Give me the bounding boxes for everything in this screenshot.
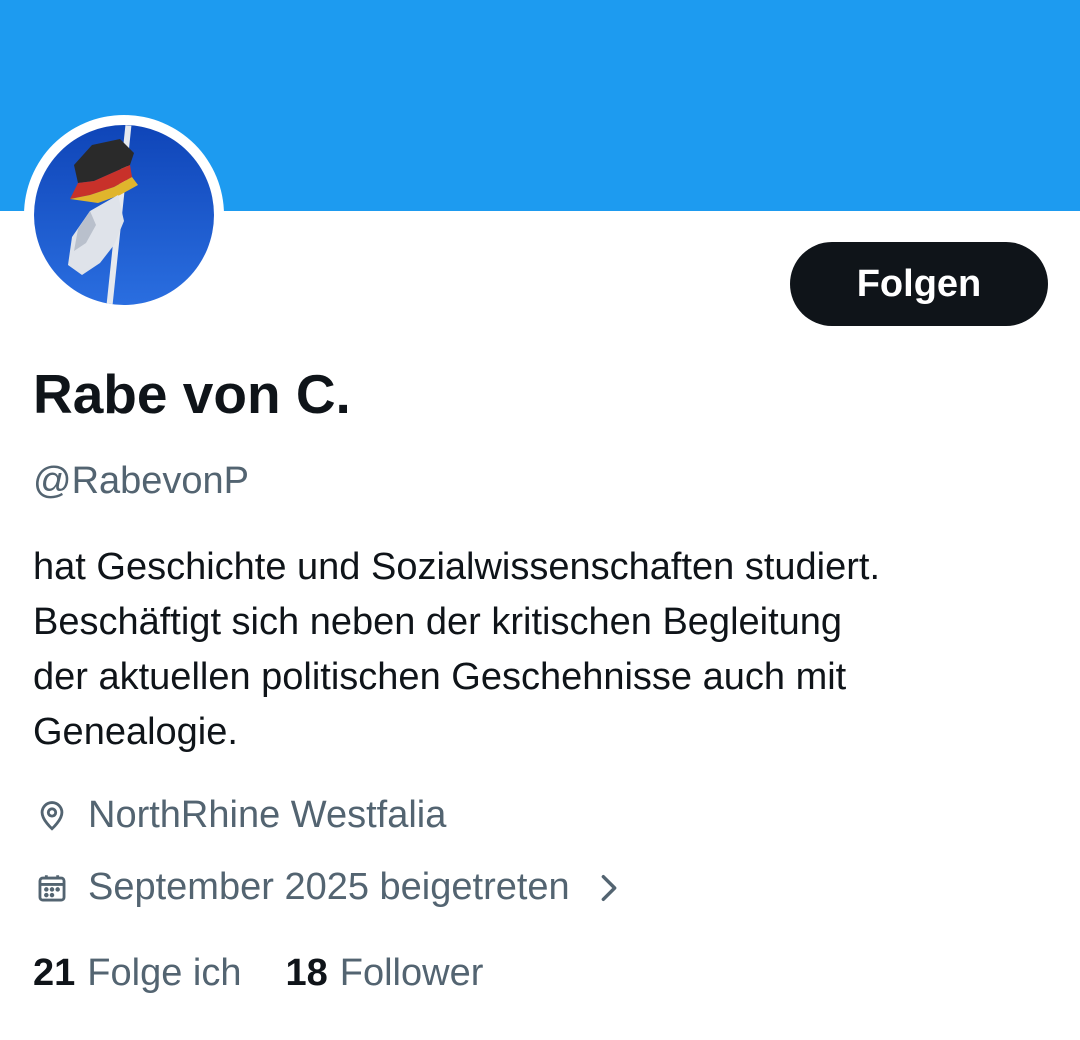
location-text: NorthRhine Westfalia: [88, 794, 447, 836]
profile-page: Folgen Rabe von C. @RabevonP hat Geschic…: [0, 0, 1080, 1040]
followers-label: Follower: [339, 952, 484, 994]
follow-stats: 21 Folge ich 18 Follower: [33, 952, 483, 995]
bio-line: hat Geschichte und Sozialwissenschaften …: [33, 546, 881, 588]
following-stat[interactable]: 21 Folge ich: [33, 952, 241, 995]
joined-row[interactable]: September 2025 beigetreten: [33, 866, 622, 909]
bio-line: Beschäftigt sich neben der kritischen Be…: [33, 601, 843, 643]
user-handle: @RabevonP: [33, 460, 250, 502]
following-label: Folge ich: [87, 952, 242, 994]
followers-count: 18: [285, 952, 328, 994]
location-pin-icon: [33, 797, 71, 835]
location-row: NorthRhine Westfalia: [33, 794, 446, 837]
bio-line: Genealogie.: [33, 711, 238, 753]
avatar[interactable]: [24, 115, 224, 315]
bio-line: der aktuellen politischen Geschehnisse a…: [33, 656, 847, 698]
joined-text: September 2025 beigetreten: [88, 866, 570, 908]
followers-stat[interactable]: 18 Follower: [285, 952, 483, 995]
calendar-icon: [33, 869, 71, 907]
bio: hat Geschichte und Sozialwissenschaften …: [33, 540, 1063, 760]
display-name: Rabe von C.: [33, 363, 351, 425]
following-count: 21: [33, 952, 76, 994]
avatar-image: [34, 125, 214, 305]
follow-button[interactable]: Folgen: [790, 242, 1048, 326]
chevron-right-icon[interactable]: [596, 871, 622, 905]
